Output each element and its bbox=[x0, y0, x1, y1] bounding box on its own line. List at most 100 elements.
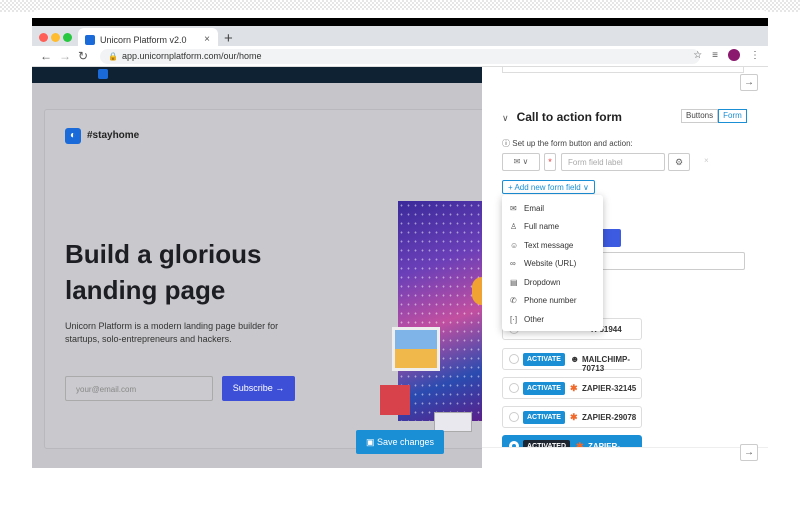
tab-form[interactable]: Form bbox=[718, 109, 747, 123]
previous-field-input[interactable] bbox=[502, 67, 744, 73]
reading-list-icon[interactable]: ≡ bbox=[712, 50, 718, 61]
action-url-input[interactable] bbox=[597, 252, 745, 270]
menu-item-dropdown[interactable]: ▤ Dropdown bbox=[502, 273, 603, 291]
close-window-button[interactable] bbox=[39, 33, 48, 42]
profile-avatar[interactable] bbox=[728, 49, 740, 61]
subscribe-button[interactable]: Subscribe → bbox=[222, 376, 295, 401]
menu-item-label: Email bbox=[524, 203, 545, 213]
integration-radio[interactable] bbox=[509, 412, 519, 422]
integration-name: ZAPIER-32145 bbox=[582, 384, 637, 393]
menu-item-label: Text message bbox=[524, 240, 574, 250]
menu-item-website[interactable]: ∞ Website (URL) bbox=[502, 254, 603, 272]
red-picture-illustration bbox=[380, 385, 410, 415]
hero-headline: Build a glorious landing page bbox=[65, 239, 262, 305]
menu-item-other[interactable]: [·] Other bbox=[502, 310, 603, 328]
section-title-text: Call to action form bbox=[516, 110, 622, 124]
stayhome-logo-icon: ◐ bbox=[65, 128, 81, 144]
screenshot-canvas: Unicorn Platform v2.0 × + ← → ↻ 🔒 app.uni… bbox=[0, 0, 800, 511]
menu-item-email[interactable]: ✉ Email bbox=[502, 199, 603, 217]
form-hint: ⓘ Set up the form button and action: bbox=[502, 138, 633, 149]
next-arrow-button[interactable]: → bbox=[740, 444, 758, 461]
maximize-window-button[interactable] bbox=[63, 33, 72, 42]
field-label-input[interactable]: Form field label bbox=[561, 153, 665, 171]
add-form-field-button[interactable]: + Add new form field ∨ bbox=[502, 180, 595, 194]
menu-item-full-name[interactable]: ♙ Full name bbox=[502, 217, 603, 235]
illustration-bubble bbox=[472, 277, 482, 305]
form-hint-text: Set up the form button and action: bbox=[512, 139, 633, 148]
activate-button[interactable]: ACTIVATE bbox=[523, 353, 565, 366]
url-text: app.unicornplatform.com/our/home bbox=[121, 51, 262, 61]
field-type-dropdown: ✉ Email ♙ Full name ☺ Text message ∞ Website… bbox=[502, 195, 603, 331]
photo-card-illustration bbox=[434, 412, 472, 432]
activate-button[interactable]: ACTIVATE bbox=[523, 411, 565, 424]
address-bar: ← → ↻ 🔒 app.unicornplatform.com/our/home … bbox=[32, 46, 768, 67]
menu-item-label: Dropdown bbox=[524, 277, 561, 287]
link-icon: ∞ bbox=[510, 258, 516, 268]
unicorn-favicon-icon bbox=[85, 35, 95, 45]
minimize-window-button[interactable] bbox=[51, 33, 60, 42]
chevron-down-icon: ∨ bbox=[580, 183, 589, 192]
menu-item-text-message[interactable]: ☺ Text message bbox=[502, 236, 603, 254]
user-icon: ♙ bbox=[510, 221, 518, 231]
integration-name: MAILCHIMP-70713 bbox=[582, 355, 630, 373]
hero-description: Unicorn Platform is a modern landing pag… bbox=[65, 321, 279, 344]
next-arrow-button[interactable]: → bbox=[740, 74, 758, 91]
menu-item-phone-number[interactable]: ✆ Phone number bbox=[502, 291, 603, 309]
field-settings-button[interactable]: ⚙ bbox=[668, 153, 690, 171]
chevron-down-icon: ∨ bbox=[522, 157, 529, 166]
page-content: ◐ #stayhome Build a glorious landing pag… bbox=[32, 67, 768, 468]
panel-footer: → bbox=[482, 444, 768, 468]
browser-window: Unicorn Platform v2.0 × + ← → ↻ 🔒 app.uni… bbox=[32, 10, 768, 468]
form-field-row: ✉ ∨ * Form field label ⚙ × bbox=[502, 153, 742, 171]
gear-icon: ⚙ bbox=[674, 157, 684, 167]
mail-icon: ✉ bbox=[510, 203, 517, 213]
close-tab-icon[interactable]: × bbox=[204, 34, 210, 45]
editor-navbar bbox=[32, 67, 482, 83]
unicorn-logo-icon bbox=[98, 69, 108, 79]
landing-preview: ◐ #stayhome Build a glorious landing pag… bbox=[32, 67, 482, 468]
required-toggle[interactable]: * bbox=[544, 153, 556, 171]
hero-illustration bbox=[398, 201, 482, 421]
integration-radio[interactable] bbox=[509, 383, 519, 393]
reload-icon[interactable]: ↻ bbox=[78, 49, 88, 63]
menu-item-label: Phone number bbox=[524, 295, 577, 305]
tab-buttons[interactable]: Buttons bbox=[681, 109, 719, 123]
forward-arrow-icon[interactable]: → bbox=[59, 49, 71, 63]
url-field[interactable]: 🔒 app.unicornplatform.com/our/home bbox=[100, 49, 700, 64]
more-menu-icon[interactable]: ⋮ bbox=[750, 50, 760, 61]
menu-item-label: Other bbox=[524, 314, 545, 324]
brand-name: #stayhome bbox=[87, 130, 140, 141]
menu-item-label: Full name bbox=[524, 221, 560, 231]
section-title[interactable]: ∨ Call to action form bbox=[502, 110, 622, 124]
save-changes-label: Save changes bbox=[376, 437, 435, 447]
chevron-down-icon: ∨ bbox=[502, 113, 509, 123]
info-icon: ⓘ bbox=[502, 139, 513, 148]
chat-icon: ☺ bbox=[510, 240, 519, 250]
menu-item-label: Website (URL) bbox=[524, 258, 577, 268]
integration-radio[interactable] bbox=[509, 354, 519, 364]
brackets-icon: [·] bbox=[510, 314, 518, 324]
lock-icon: 🔒 bbox=[108, 52, 118, 61]
tab-title: Unicorn Platform v2.0 bbox=[100, 35, 187, 45]
picture-frame-illustration bbox=[392, 327, 440, 371]
activate-button[interactable]: ACTIVATE bbox=[523, 382, 565, 395]
integration-row[interactable]: ACTIVATE ✱ ZAPIER-32145 bbox=[502, 377, 642, 399]
new-tab-button[interactable]: + bbox=[224, 30, 233, 47]
zapier-icon: ✱ bbox=[570, 412, 578, 422]
mail-icon: ✉ bbox=[513, 157, 521, 166]
browser-toolbar-icons: ☆ ≡ ⋮ bbox=[693, 49, 760, 61]
star-icon[interactable]: ☆ bbox=[693, 50, 702, 61]
mode-toggle: Buttons Form bbox=[681, 109, 747, 123]
email-input[interactable]: your@email.com bbox=[65, 376, 213, 401]
save-icon: ▣ bbox=[365, 437, 377, 447]
delete-field-icon[interactable]: × bbox=[704, 156, 709, 165]
save-changes-button[interactable]: ▣ Save changes bbox=[356, 430, 444, 454]
editor-side-panel: → ∨ Call to action form Buttons Form ⓘ Se… bbox=[482, 67, 768, 468]
field-type-select[interactable]: ✉ ∨ bbox=[502, 153, 540, 171]
back-arrow-icon[interactable]: ← bbox=[40, 49, 52, 63]
phone-icon: ✆ bbox=[510, 295, 517, 305]
zapier-icon: ✱ bbox=[570, 383, 578, 393]
integration-row[interactable]: ACTIVATE ☻ MAILCHIMP-70713 bbox=[502, 348, 642, 373]
integration-row[interactable]: ACTIVATE ✱ ZAPIER-29078 bbox=[502, 406, 642, 428]
mailchimp-icon: ☻ bbox=[570, 354, 580, 364]
